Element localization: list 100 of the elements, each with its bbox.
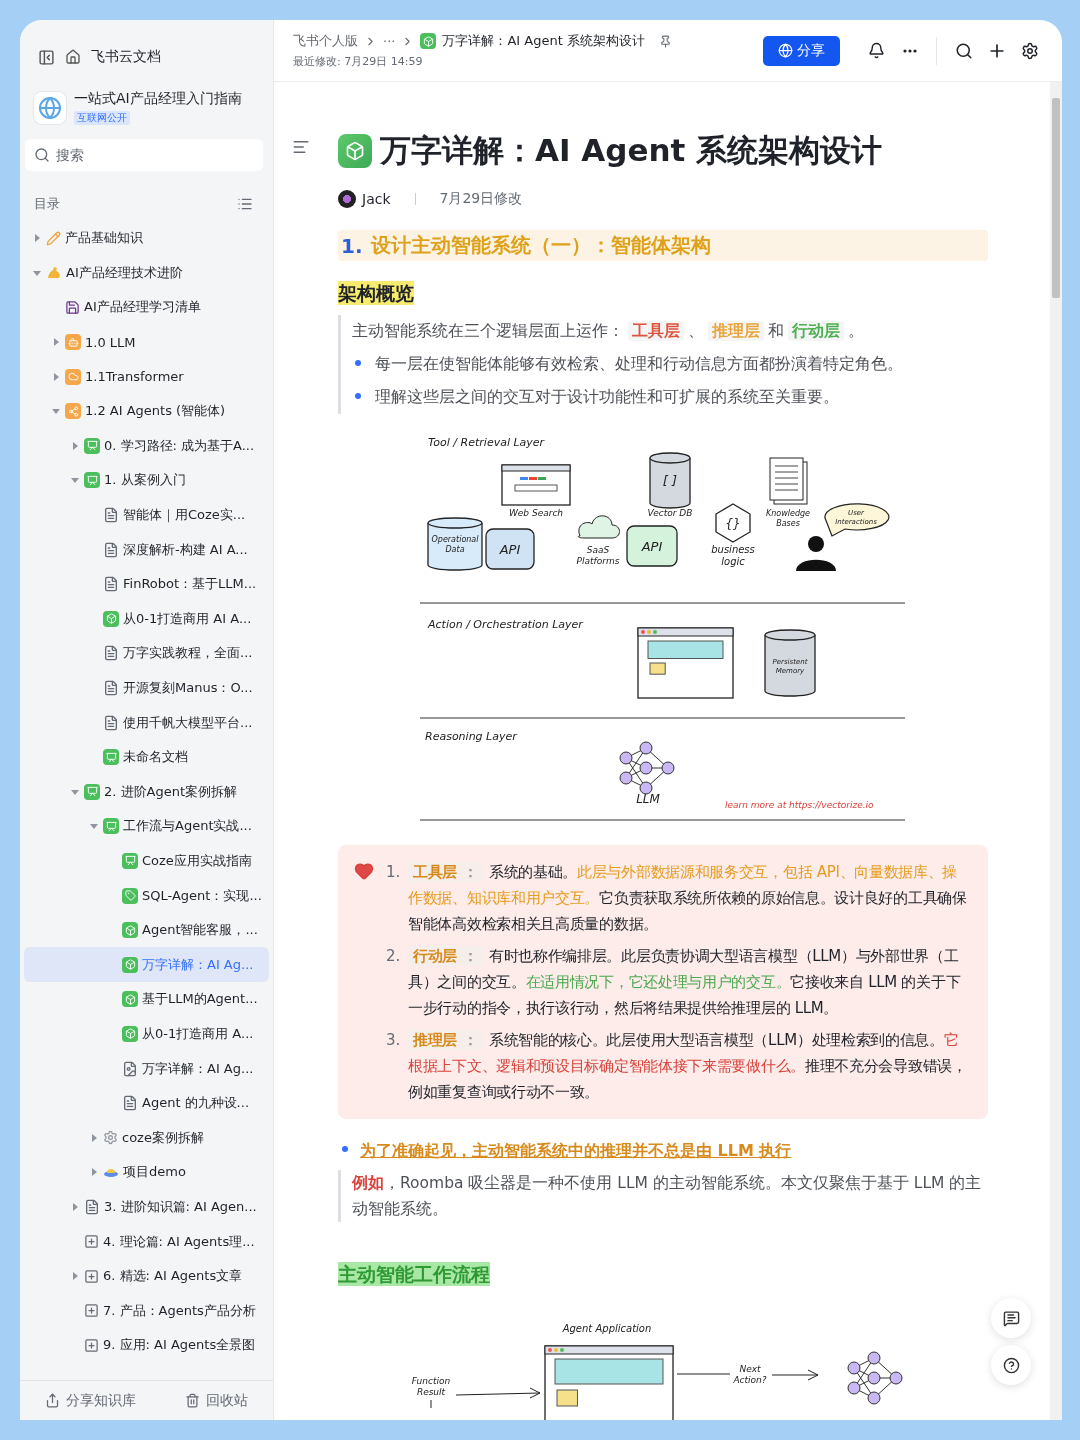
help-button[interactable]	[991, 1345, 1031, 1385]
subheading: 主动智能工作流程	[338, 1262, 490, 1286]
person-icon	[796, 536, 836, 571]
layer-title: Tool / Retrieval Layer	[428, 436, 545, 449]
expand-arrow-icon[interactable]	[70, 440, 80, 451]
robot-icon	[65, 334, 81, 351]
code-hexagon-icon	[715, 503, 751, 543]
section-heading: 1. 设计主动智能系统（一）：智能体架构	[338, 230, 988, 261]
tree-item[interactable]: 9. 应用: AI Agents全景图	[24, 1328, 269, 1363]
home-title[interactable]: 飞书云文档	[91, 48, 161, 66]
document-icon	[103, 680, 119, 696]
diagram-label: SaaS Platforms	[576, 545, 620, 566]
square-plus-icon	[84, 1268, 99, 1284]
tree-item[interactable]: 3. 进阶知识篇: AI Agen...	[24, 1189, 269, 1225]
author-name[interactable]: Jack	[362, 191, 391, 207]
expand-arrow-icon[interactable]	[70, 1271, 80, 1282]
diagram-label: Web Search	[508, 508, 564, 518]
scrollbar[interactable]	[1050, 82, 1062, 1420]
tree-item[interactable]: 智能体｜用Coze实...	[24, 497, 269, 533]
tree-item[interactable]: 1.1Transformer	[24, 359, 269, 394]
speech-bubble	[824, 503, 890, 537]
heart-icon	[354, 861, 374, 881]
tree-item[interactable]: 万字详解：AI Ag...	[24, 1051, 269, 1086]
tree-item[interactable]: 0. 学习路径: 成为基于A...	[24, 428, 269, 464]
search-field[interactable]: 搜索	[25, 139, 263, 171]
whiteboard-icon	[84, 783, 100, 800]
tree-item[interactable]: 7. 产品：Agents产品分析	[24, 1293, 269, 1328]
pencil-icon	[46, 230, 61, 246]
list-number: 3.	[386, 1030, 402, 1051]
tree-item[interactable]: 2. 进阶Agent案例拆解	[24, 774, 269, 810]
tree-item[interactable]: 深度解析-构建 AI A...	[24, 532, 269, 567]
tree-item[interactable]: 基于LLM的Agent...	[24, 982, 269, 1017]
trash-button[interactable]: 回收站	[179, 1390, 255, 1411]
cube-icon	[103, 610, 119, 627]
tree-item[interactable]: 1.0 LLM	[24, 324, 269, 360]
list-paragraph: 行动层 ： 有时也称作编排层。此层负责协调大型语言模型（LLM）与外部世界（工具）之间的交互。在适用情况下，它还处理与用户的交互。它接收来自 LLM 的关于下一步行动的指令，执行该行动，然后将结果提供给推理层的 LLM。	[408, 945, 962, 1019]
cube-icon	[122, 922, 138, 939]
tree-item[interactable]: AI产品经理学习清单	[24, 290, 269, 325]
bullet-text: 每一层在使智能体能够有效检索、处理和行动信息方面都扮演着特定角色。	[375, 354, 903, 375]
tree-item[interactable]: 开源复刻Manus：O...	[24, 670, 269, 706]
list-paragraph: 工具层 ： 系统的基础。此层与外部数据源和服务交互，包括 API、向量数据库、操作数据、知识库和用户交互。它负责获取系统所依赖的原始信息。设计良好的工具确保智能体高效检索相关且高质量的数据。	[408, 861, 968, 935]
tree-item[interactable]: AI产品经理技术进阶	[24, 255, 269, 291]
diagram-label: business logic	[711, 544, 755, 567]
breadcrumb-link[interactable]: 飞书个人版	[293, 32, 358, 50]
tree-item[interactable]: SQL-Agent：实现...	[24, 878, 269, 913]
document-icon	[103, 541, 119, 558]
diagram-label: API	[641, 539, 663, 554]
bullet-icon	[355, 360, 361, 366]
tree-item[interactable]: 1.2 AI Agents (智能体)	[24, 393, 269, 429]
api-block-icon	[626, 525, 678, 567]
document-icon	[103, 714, 119, 731]
document-icon	[103, 645, 119, 662]
document-title: 万字详解：AI Agent 系统架构设计	[380, 131, 883, 170]
expand-arrow-icon[interactable]	[51, 371, 61, 382]
comment-button[interactable]	[991, 1298, 1031, 1338]
whiteboard-icon	[84, 437, 100, 454]
tree-item[interactable]: 项目demo	[24, 1155, 269, 1190]
cube-icon	[420, 33, 437, 49]
tree-item[interactable]: 工作流与Agent实战...	[24, 809, 269, 844]
expand-arrow-icon[interactable]	[89, 1132, 99, 1143]
share-space-button[interactable]: 分享知识库	[38, 1390, 142, 1411]
arm-icon	[46, 264, 62, 281]
tree-item[interactable]: FinRobot：基于LLM...	[24, 566, 269, 602]
share-button[interactable]: 分享	[763, 35, 840, 66]
file-icon	[122, 1060, 138, 1077]
tree-item[interactable]: 使用千帆大模型平台...	[24, 705, 269, 740]
tree-item[interactable]: 从0-1打造商用 AI A...	[24, 601, 269, 637]
globe-logo	[34, 91, 66, 124]
home-icon[interactable]	[65, 49, 81, 65]
tree-item[interactable]: 万字实践教程，全面...	[24, 636, 269, 671]
settings-icon	[1020, 41, 1039, 60]
tree-item[interactable]: 产品基础知识	[24, 221, 269, 256]
tree-item[interactable]: 1. 从案例入门	[24, 463, 269, 498]
list-icon[interactable]	[237, 196, 253, 212]
expand-arrow-icon[interactable]	[70, 1201, 80, 1212]
tree-item[interactable]: 4. 理论篇: AI Agents理...	[24, 1224, 269, 1259]
tree-item[interactable]: 6. 精选: AI Agents文章	[24, 1258, 269, 1294]
breadcrumb-link[interactable]: ···	[383, 33, 396, 49]
tree-item[interactable]: 从0-1打造商用 A...	[24, 1016, 269, 1052]
cube-icon	[122, 991, 138, 1008]
tree-item[interactable]: Coze应用实战指南	[24, 843, 269, 879]
globe-icon	[778, 43, 793, 58]
diagram-label: Agent Application	[562, 1323, 652, 1334]
expand-arrow-icon[interactable]	[32, 233, 42, 244]
outline-icon[interactable]	[292, 138, 310, 156]
list-number: 2.	[386, 946, 402, 967]
expand-arrow-icon[interactable]	[89, 1167, 99, 1178]
app-window-icon	[637, 627, 734, 699]
share-icon	[44, 1393, 60, 1408]
tree-item[interactable]: coze案例拆解	[24, 1120, 269, 1156]
expand-arrow-icon[interactable]	[51, 337, 61, 348]
list-number: 1.	[386, 862, 402, 883]
tree-item[interactable]: 未命名文档	[24, 739, 269, 775]
pin-icon[interactable]	[658, 34, 672, 48]
tree-item[interactable]: Agent智能客服，...	[24, 912, 269, 948]
search-icon	[34, 147, 50, 163]
subheading: 架构概览	[338, 281, 414, 305]
collapse-sidebar-icon[interactable]	[38, 48, 55, 66]
tree-item[interactable]: Agent 的九种设...	[24, 1085, 269, 1121]
tree-item[interactable]: 万字详解：AI Ag...	[24, 947, 269, 983]
